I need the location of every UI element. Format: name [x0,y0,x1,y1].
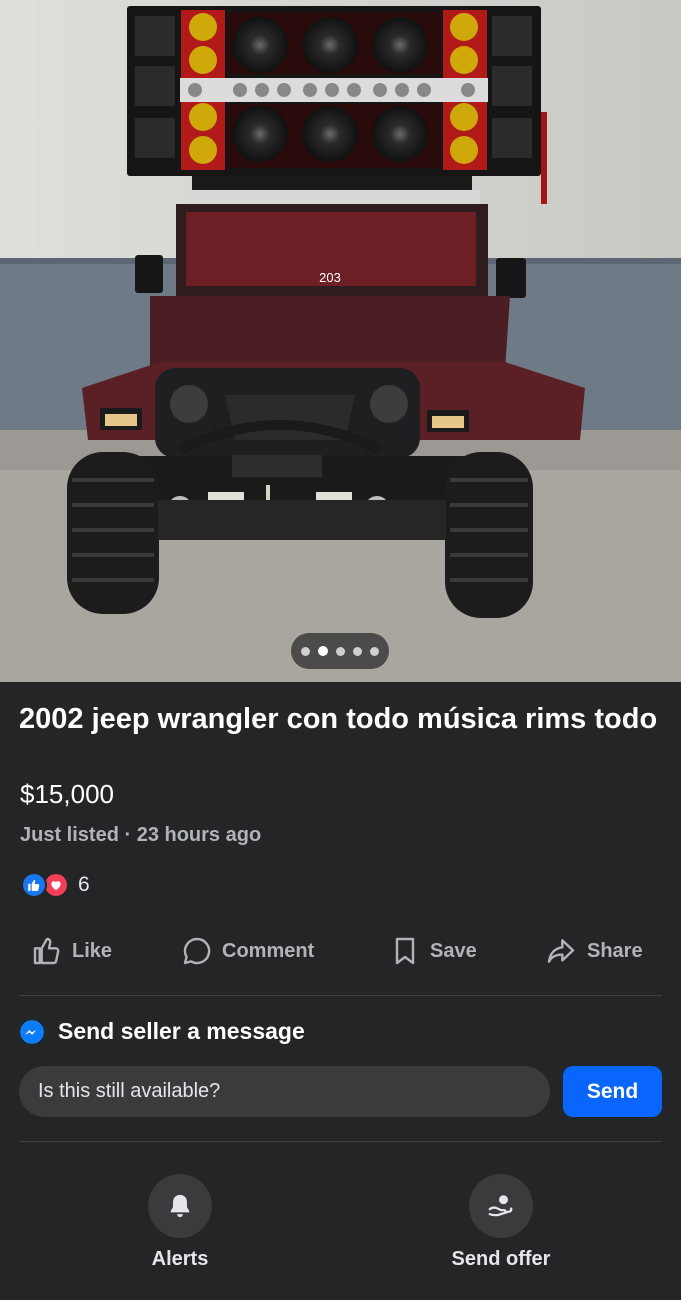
carousel-dot-active[interactable] [318,646,328,656]
send-offer-circle[interactable] [469,1174,533,1238]
share-icon [547,939,575,963]
comment-label: Comment [222,939,315,962]
listing-title: 2002 jeep wrangler con todo música rims … [19,703,658,735]
alerts-button[interactable]: Alerts [100,1174,260,1271]
message-input[interactable] [19,1066,550,1117]
divider [19,995,662,996]
alerts-circle[interactable] [148,1174,212,1238]
like-reaction-icon [21,872,47,898]
alerts-label: Alerts [151,1248,209,1270]
reactions-summary[interactable]: 6 [21,872,90,898]
message-header: Send seller a message [19,1018,305,1045]
divider [19,1141,662,1142]
reaction-count: 6 [78,873,90,896]
send-offer-icon [488,1195,513,1217]
carousel-dot[interactable] [301,646,310,656]
bell-icon [170,1194,190,1218]
send-offer-label: Send offer [451,1248,551,1270]
listing-photo[interactable]: 203 [0,0,681,682]
save-label: Save [430,939,477,962]
share-label: Share [587,939,643,962]
action-bar: Like Comment Save Share [0,928,681,974]
bookmark-icon [395,937,415,965]
messenger-icon [20,1019,44,1044]
comment-button[interactable]: Comment [181,928,314,974]
listing-price: $15,000 [20,779,114,809]
carousel-dot[interactable] [353,646,362,656]
send-offer-button[interactable]: Send offer [421,1174,581,1271]
carousel-dot[interactable] [336,646,345,656]
comment-icon [183,937,211,965]
jeep-photo-image: 203 [0,0,681,682]
carousel-dot[interactable] [370,646,379,656]
save-button[interactable]: Save [389,928,477,974]
like-label: Like [72,939,113,962]
message-title: Send seller a message [58,1018,305,1044]
like-button[interactable]: Like [31,928,112,974]
listing-time: Just listed · 23 hours ago [20,824,262,846]
send-button[interactable]: Send [563,1066,662,1117]
share-button[interactable]: Share [544,928,643,974]
thumbs-up-icon [33,937,60,965]
windshield-decal: 203 [319,270,341,285]
carousel-indicator[interactable] [291,633,389,669]
